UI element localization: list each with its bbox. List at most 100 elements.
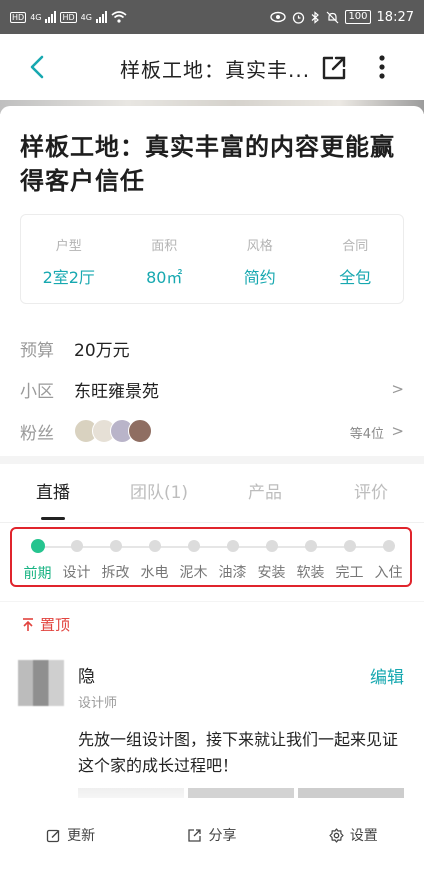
avatar [128, 419, 152, 443]
step-dot [382, 540, 395, 552]
spec-label: 合同 [342, 239, 369, 254]
spec-value: 简约 [243, 268, 276, 287]
step-label: 入住 [374, 565, 403, 581]
tab-live[interactable]: 直播 [0, 464, 106, 522]
bluetooth-icon [312, 10, 320, 24]
step-masonry-carpentry[interactable]: 泥木 [174, 523, 213, 582]
step-demolition[interactable]: 拆改 [96, 523, 135, 582]
wifi-icon [111, 11, 127, 23]
tab-reviews[interactable]: 评价 [318, 464, 424, 522]
update-label: 更新 [67, 828, 96, 844]
edit-button[interactable]: 编辑 [370, 663, 404, 688]
post-images [78, 788, 404, 798]
settings-label: 设置 [349, 828, 378, 844]
hd-badge-2: HD [60, 11, 77, 23]
step-label: 泥木 [179, 565, 208, 581]
tab-team[interactable]: 团队(1) [106, 464, 212, 522]
author-name: 隐 [78, 667, 95, 687]
settings-button[interactable]: 设置 [283, 812, 424, 858]
status-bar: HD 4G HD 4G 100 18:27 [0, 0, 424, 34]
budget-value: 20万元 [74, 340, 130, 361]
author-role: 设计师 [78, 696, 118, 711]
step-plumbing-electric[interactable]: 水电 [135, 523, 174, 582]
pinned-tag[interactable]: 置顶 [22, 614, 70, 635]
step-dot-current [30, 539, 45, 553]
step-dot [148, 540, 161, 552]
spec-label: 风格 [246, 239, 273, 254]
tab-bar: 直播 团队(1) 产品 评价 [0, 464, 424, 522]
fans-row[interactable]: 粉丝 等4位 > [20, 416, 404, 446]
update-button[interactable]: 更新 [0, 812, 141, 858]
post-image[interactable] [78, 788, 184, 798]
pinned-label: 置顶 [40, 616, 71, 634]
fan-avatars [74, 419, 152, 443]
mute-icon [327, 11, 339, 23]
post-toolbar: 更新 分享 设置 [0, 812, 424, 858]
alarm-icon [293, 11, 305, 24]
step-move-in[interactable]: 入住 [369, 523, 408, 582]
top-nav-bar: 样板工地：真实丰... [0, 34, 424, 100]
step-dot [226, 540, 239, 552]
step-installation[interactable]: 安装 [252, 523, 291, 582]
spec-style: 风格 简约 [212, 215, 308, 303]
gear-icon [329, 827, 344, 843]
project-headline: 样板工地：真实丰富的内容更能赢得客户信任 [20, 133, 395, 195]
avatar[interactable] [18, 660, 64, 706]
step-dot [343, 540, 356, 552]
community-value: 东旺雍景苑 [74, 381, 159, 402]
construction-progress: 前期 设计 拆改 水电 泥木 油漆 安装 软装 完工 入住 [0, 522, 424, 601]
community-row[interactable]: 小区 东旺雍景苑 > [20, 374, 404, 404]
step-dot [265, 540, 278, 552]
spec-contract: 合同 全包 [308, 215, 404, 303]
spec-value: 全包 [339, 268, 372, 287]
step-dot [187, 540, 200, 552]
back-arrow-icon[interactable] [22, 52, 52, 82]
spec-summary: 户型 2室2厅 面积 80㎡ 风格简约 合同全包 [20, 214, 404, 304]
step-label: 设计 [62, 565, 91, 581]
step-label: 拆改 [101, 565, 130, 581]
fans-count: 等4位 [349, 427, 384, 442]
share-label: 分享 [208, 828, 237, 844]
share-button[interactable]: 分享 [141, 812, 282, 858]
post-image[interactable] [188, 788, 294, 798]
step-label: 前期 [23, 566, 52, 582]
spec-label: 户型 [55, 239, 82, 254]
page-title: 样板工地：真实丰... [120, 58, 311, 82]
tab-products[interactable]: 产品 [212, 464, 318, 522]
share-icon [188, 828, 202, 842]
step-prep[interactable]: 前期 [18, 523, 57, 583]
signal-icon-2 [95, 11, 107, 23]
spec-area: 面积 80㎡ [117, 215, 213, 303]
share-external-icon[interactable] [320, 54, 348, 82]
post-text: 先放一组设计图，接下来就让我们一起来见证这个家的成长过程吧！ [78, 730, 399, 775]
battery-icon: 100 [345, 10, 371, 24]
clock: 18:27 [376, 9, 414, 25]
spec-value: 80㎡ [146, 268, 183, 287]
budget-row: 预算 20万元 [20, 333, 404, 363]
step-furnishing[interactable]: 软装 [291, 523, 330, 582]
budget-label: 预算 [20, 340, 54, 361]
post-image[interactable] [298, 788, 404, 798]
more-options-icon[interactable] [372, 52, 392, 82]
spec-value: 2室2厅 [42, 268, 95, 287]
chevron-right-icon: > [391, 422, 404, 440]
step-painting[interactable]: 油漆 [213, 523, 252, 582]
fans-label: 粉丝 [20, 423, 54, 444]
step-label: 油漆 [218, 565, 247, 581]
hd-badge: HD [10, 11, 27, 23]
step-label: 水电 [140, 565, 169, 581]
edit-icon [47, 829, 60, 842]
network-type: 4G [30, 12, 42, 22]
step-label: 软装 [296, 565, 325, 581]
signal-icon [45, 11, 57, 23]
spec-layout: 户型 2室2厅 [21, 215, 117, 303]
eye-icon [270, 11, 287, 23]
community-label: 小区 [20, 381, 54, 402]
step-dot [109, 540, 122, 552]
step-dot [304, 540, 317, 552]
step-label: 完工 [335, 565, 364, 581]
network-type-2: 4G [80, 12, 92, 22]
step-completion[interactable]: 完工 [330, 523, 369, 582]
step-design[interactable]: 设计 [57, 523, 96, 582]
pin-top-icon [23, 617, 33, 631]
